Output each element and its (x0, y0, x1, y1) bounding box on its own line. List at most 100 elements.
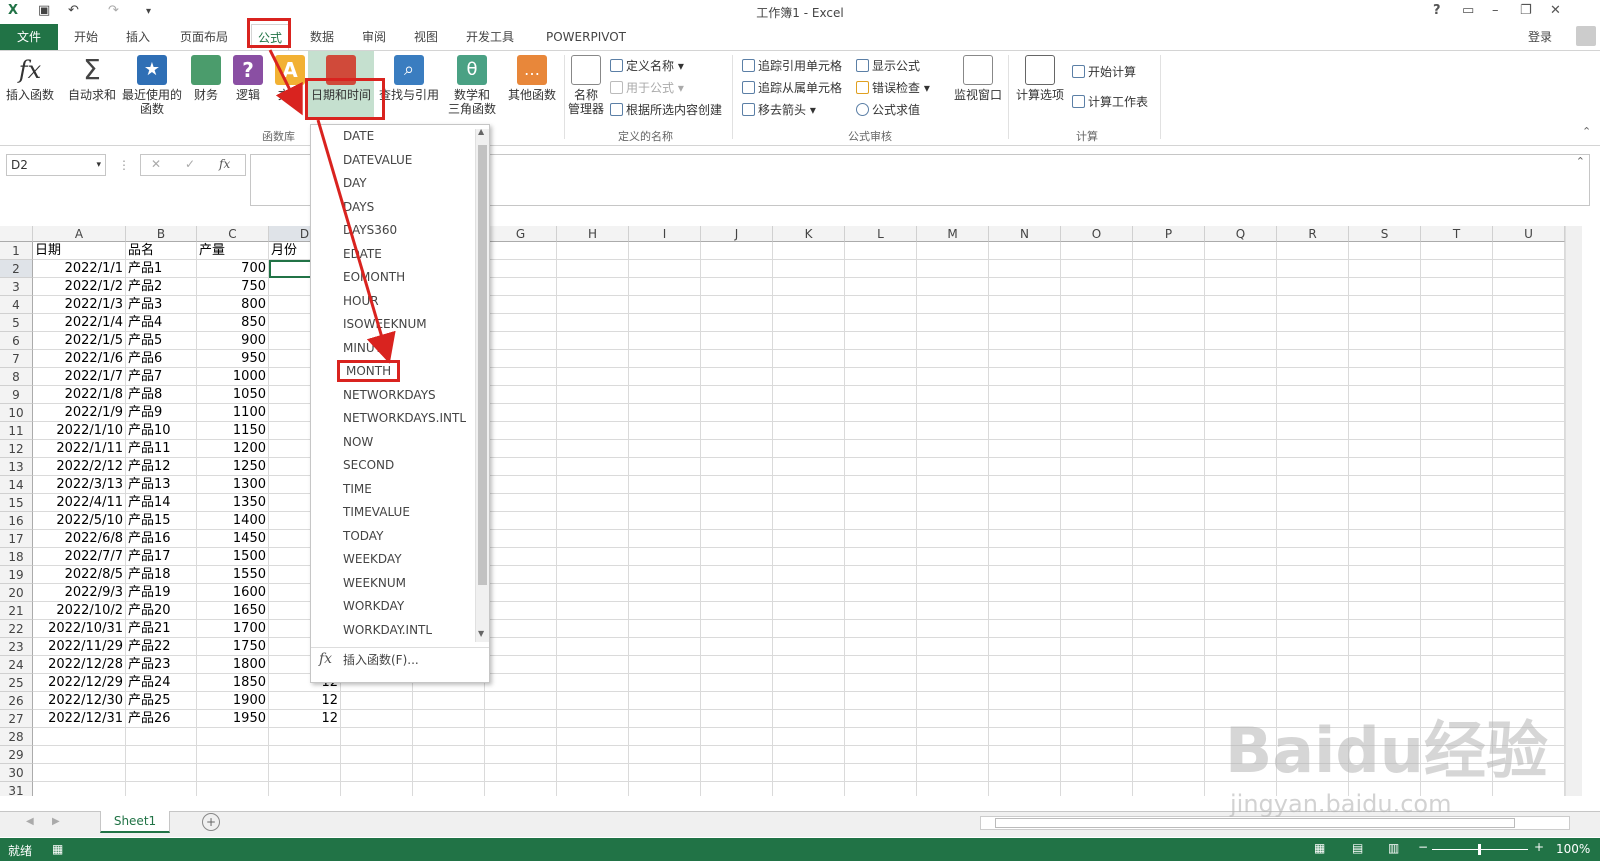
empty-cell[interactable] (845, 548, 917, 566)
sheet-tab-sheet1[interactable]: Sheet1 (100, 811, 170, 833)
empty-cell[interactable] (1061, 368, 1133, 386)
empty-cell[interactable] (917, 620, 989, 638)
empty-cell[interactable] (1133, 674, 1205, 692)
empty-cell[interactable] (773, 476, 845, 494)
empty-cell[interactable] (917, 242, 989, 260)
empty-cell[interactable] (485, 494, 557, 512)
empty-cell[interactable] (1205, 386, 1277, 404)
empty-cell[interactable] (1421, 440, 1493, 458)
empty-cell[interactable] (845, 584, 917, 602)
empty-cell[interactable] (1205, 584, 1277, 602)
empty-cell[interactable] (917, 656, 989, 674)
empty-cell[interactable] (629, 494, 701, 512)
empty-cell[interactable] (557, 692, 629, 710)
empty-cell[interactable] (557, 440, 629, 458)
empty-cell[interactable] (1061, 548, 1133, 566)
empty-cell[interactable] (485, 548, 557, 566)
empty-cell[interactable] (773, 296, 845, 314)
empty-cell[interactable] (1133, 476, 1205, 494)
empty-cell[interactable] (1493, 404, 1565, 422)
empty-cell[interactable] (629, 656, 701, 674)
trace-precedents-button[interactable]: 追踪引用单元格 (742, 57, 842, 74)
data-cell[interactable]: 产品15 (126, 512, 197, 530)
empty-cell[interactable] (989, 278, 1061, 296)
data-cell[interactable]: 产品11 (126, 440, 197, 458)
empty-cell[interactable] (1349, 620, 1421, 638)
empty-cell[interactable] (629, 368, 701, 386)
data-cell[interactable]: 12 (269, 692, 341, 710)
data-cell[interactable]: 产品10 (126, 422, 197, 440)
empty-cell[interactable] (1205, 368, 1277, 386)
empty-cell[interactable] (629, 242, 701, 260)
function-item-weeknum[interactable]: WEEKNUM (343, 572, 406, 594)
calculate-now-button[interactable]: 开始计算 (1072, 63, 1136, 80)
empty-cell[interactable] (1493, 530, 1565, 548)
empty-cell[interactable] (1421, 422, 1493, 440)
empty-cell[interactable] (33, 782, 126, 796)
empty-cell[interactable] (1421, 584, 1493, 602)
help-button[interactable]: ? (1433, 3, 1441, 18)
empty-cell[interactable] (1493, 314, 1565, 332)
empty-cell[interactable] (917, 458, 989, 476)
column-header-s[interactable]: S (1349, 226, 1421, 242)
empty-cell[interactable] (1205, 440, 1277, 458)
empty-cell[interactable] (1133, 728, 1205, 746)
empty-cell[interactable] (557, 422, 629, 440)
empty-cell[interactable] (701, 782, 773, 796)
column-header-i[interactable]: I (629, 226, 701, 242)
data-cell[interactable]: 2022/8/5 (33, 566, 126, 584)
empty-cell[interactable] (917, 314, 989, 332)
empty-cell[interactable] (1493, 638, 1565, 656)
empty-cell[interactable] (1493, 620, 1565, 638)
empty-cell[interactable] (1277, 440, 1349, 458)
empty-cell[interactable] (701, 386, 773, 404)
empty-cell[interactable] (773, 656, 845, 674)
use-in-formula-button[interactable]: 用于公式 ▾ (610, 79, 684, 96)
data-cell[interactable]: 1600 (197, 584, 269, 602)
empty-cell[interactable] (1061, 566, 1133, 584)
empty-cell[interactable] (1133, 566, 1205, 584)
horizontal-scroll-thumb[interactable] (995, 818, 1515, 828)
empty-cell[interactable] (629, 602, 701, 620)
empty-cell[interactable] (1133, 638, 1205, 656)
empty-cell[interactable] (1349, 404, 1421, 422)
recent-functions-button[interactable]: ★ 最近使用的 函数 (120, 55, 184, 116)
empty-cell[interactable] (557, 332, 629, 350)
empty-cell[interactable] (557, 350, 629, 368)
empty-cell[interactable] (629, 350, 701, 368)
empty-cell[interactable] (1349, 350, 1421, 368)
column-header-h[interactable]: H (557, 226, 629, 242)
row-header[interactable]: 18 (0, 548, 33, 566)
empty-cell[interactable] (1277, 530, 1349, 548)
empty-cell[interactable] (989, 620, 1061, 638)
empty-cell[interactable] (1421, 296, 1493, 314)
empty-cell[interactable] (1277, 674, 1349, 692)
zoom-in-icon[interactable]: + (1534, 840, 1544, 854)
empty-cell[interactable] (1205, 404, 1277, 422)
empty-cell[interactable] (773, 674, 845, 692)
data-cell[interactable]: 产品14 (126, 494, 197, 512)
empty-cell[interactable] (917, 494, 989, 512)
empty-cell[interactable] (989, 674, 1061, 692)
empty-cell[interactable] (485, 710, 557, 728)
empty-cell[interactable] (1133, 710, 1205, 728)
empty-cell[interactable] (1493, 602, 1565, 620)
empty-cell[interactable] (1133, 422, 1205, 440)
empty-cell[interactable] (989, 584, 1061, 602)
empty-cell[interactable] (557, 548, 629, 566)
empty-cell[interactable] (1493, 422, 1565, 440)
empty-cell[interactable] (1421, 674, 1493, 692)
empty-cell[interactable] (845, 278, 917, 296)
empty-cell[interactable] (1277, 620, 1349, 638)
empty-cell[interactable] (1205, 674, 1277, 692)
empty-cell[interactable] (557, 728, 629, 746)
empty-cell[interactable] (845, 494, 917, 512)
datetime-button[interactable]: 日期和时间 (308, 51, 374, 117)
column-header-b[interactable]: B (126, 226, 197, 242)
empty-cell[interactable] (485, 350, 557, 368)
scroll-down-icon[interactable]: ▼ (478, 629, 484, 638)
empty-cell[interactable] (557, 782, 629, 796)
empty-cell[interactable] (845, 350, 917, 368)
empty-cell[interactable] (557, 710, 629, 728)
data-cell[interactable]: 2022/12/28 (33, 656, 126, 674)
